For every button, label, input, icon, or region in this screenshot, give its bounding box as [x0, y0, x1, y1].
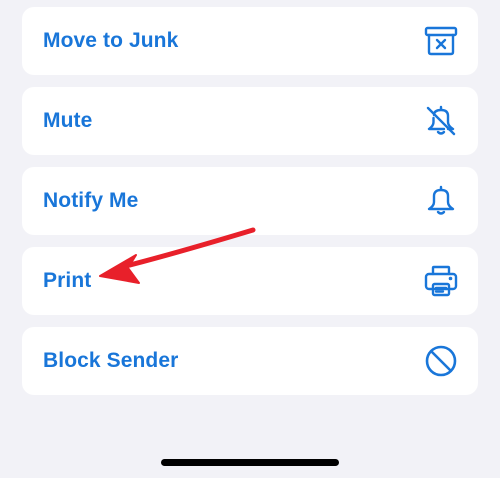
printer-icon	[423, 263, 459, 299]
menu-item-label: Block Sender	[43, 349, 179, 372]
menu-item-label: Notify Me	[43, 189, 139, 212]
block-icon	[423, 343, 459, 379]
menu-item-print[interactable]: Print	[22, 247, 478, 315]
menu-item-move-to-junk[interactable]: Move to Junk	[22, 7, 478, 75]
home-indicator[interactable]	[161, 459, 339, 466]
menu-item-label: Mute	[43, 109, 93, 132]
bell-slash-icon	[423, 103, 459, 139]
junk-bin-icon	[423, 23, 459, 59]
action-menu-list: Move to Junk Mute Notify Me Print Block …	[0, 0, 500, 478]
menu-item-block-sender[interactable]: Block Sender	[22, 327, 478, 395]
menu-item-mute[interactable]: Mute	[22, 87, 478, 155]
menu-item-label: Print	[43, 269, 92, 292]
menu-item-label: Move to Junk	[43, 29, 179, 52]
menu-item-notify-me[interactable]: Notify Me	[22, 167, 478, 235]
bell-icon	[423, 183, 459, 219]
